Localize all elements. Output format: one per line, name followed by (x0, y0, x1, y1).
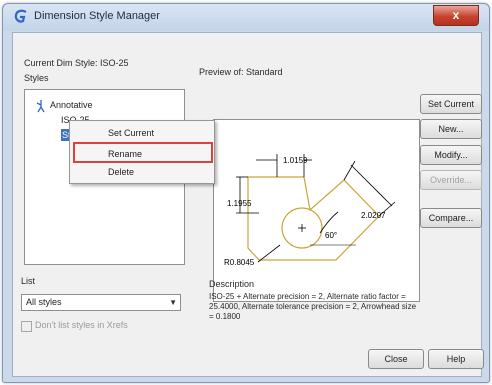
dim-slant-text: 2.0207 (361, 211, 386, 220)
xref-checkbox-label: Don't list styles in Xrefs (35, 320, 128, 330)
close-button[interactable]: Close (368, 349, 424, 369)
current-style-label: Current Dim Style: ISO-25 (24, 58, 129, 68)
part-outline (247, 176, 380, 261)
compare-button[interactable]: Compare... (420, 208, 482, 228)
description-label: Description (209, 279, 255, 289)
help-button[interactable]: Help (428, 349, 484, 369)
override-button[interactable]: Override... (420, 170, 482, 190)
chevron-down-icon: ▼ (169, 298, 177, 307)
description-text: ISO-25 + Alternate precision = 2, Altern… (209, 292, 417, 321)
menu-item-delete[interactable]: Delete (70, 164, 214, 181)
set-current-button[interactable]: Set Current (420, 94, 482, 114)
xref-checkbox[interactable] (21, 321, 32, 332)
annotative-icon (36, 100, 45, 113)
app-logo-icon (14, 9, 27, 23)
close-window-button[interactable]: x (433, 5, 479, 26)
list-filter-value: All styles (26, 297, 62, 307)
menu-item-set-current[interactable]: Set Current (70, 125, 214, 142)
styles-label: Styles (24, 73, 49, 83)
preview-drawing: 1.0159 1.1955 2.0207 60° R0.8045 (224, 154, 396, 267)
list-label: List (21, 276, 36, 286)
window-title: Dimension Style Manager (34, 10, 160, 22)
new-button[interactable]: New... (420, 119, 482, 139)
list-filter-select[interactable]: All styles ▼ (21, 294, 181, 311)
dim-top-text: 1.0159 (283, 156, 308, 165)
dim-slant-ext-top (343, 160, 356, 181)
title-bar: Dimension Style Manager x (3, 4, 489, 31)
radius-text: R0.8045 (224, 258, 255, 267)
preview-label: Preview of: Standard (199, 67, 283, 77)
dim-left-text: 1.1955 (227, 199, 252, 208)
preview-panel: 1.0159 1.1955 2.0207 60° R0.8045 (213, 119, 420, 302)
style-item-annotative[interactable]: Annotative (50, 100, 93, 110)
dim-slant-line (350, 164, 393, 207)
angle-arc (319, 211, 339, 234)
angle-text: 60° (325, 231, 337, 240)
rename-highlight-box (73, 142, 213, 163)
modify-button[interactable]: Modify... (420, 145, 482, 165)
close-icon: x (452, 8, 460, 22)
